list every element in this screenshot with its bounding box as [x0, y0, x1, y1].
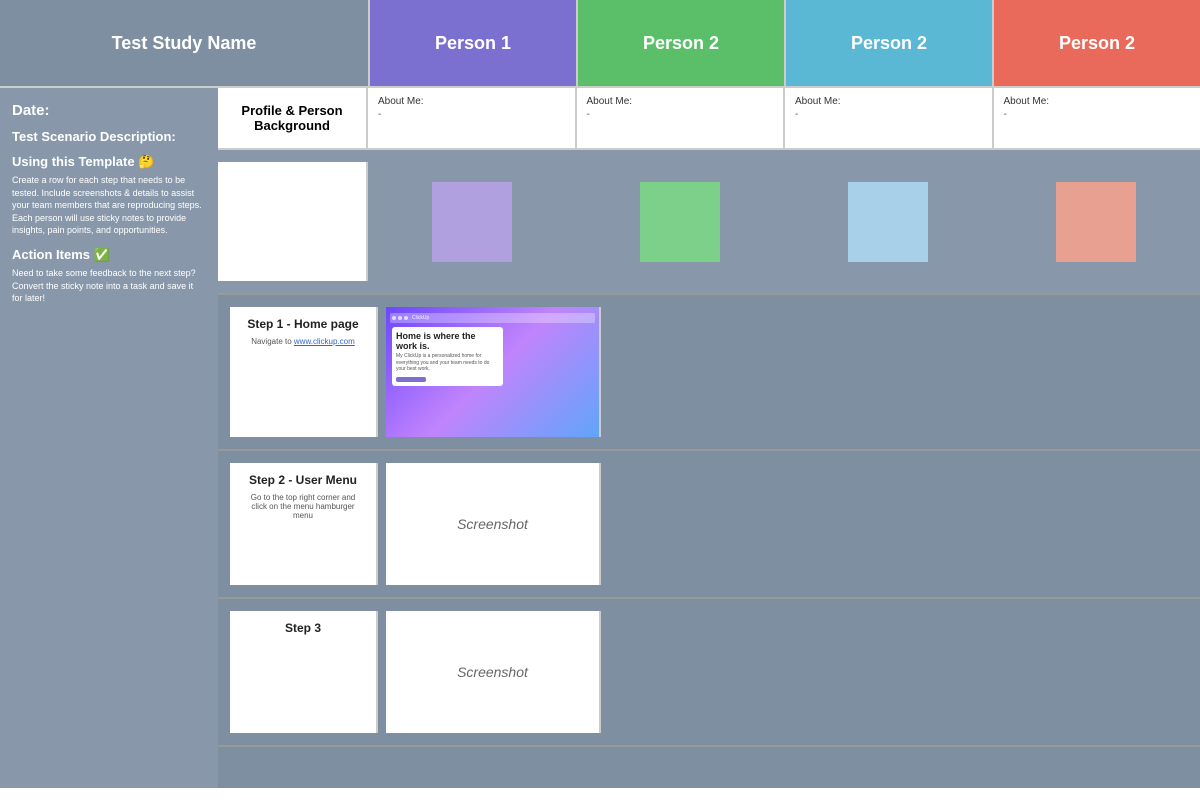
about-label-p1: About Me: — [378, 96, 565, 107]
feedback-sticky-area-p1 — [368, 162, 576, 281]
step1-screenshot-cell: ClickUp Home is where the work is. My Cl… — [386, 307, 601, 437]
step3-info-cell: Step 3 — [230, 611, 378, 733]
feedback-sticky-area-p2b — [784, 162, 992, 281]
step1-info-cell: Step 1 - Home page Navigate to www.click… — [230, 307, 378, 437]
step1-link[interactable]: www.clickup.com — [294, 337, 355, 346]
profile-row: Profile & Person Background About Me: - … — [218, 88, 1200, 150]
study-name-header: Test Study Name — [0, 0, 370, 86]
about-label-p2b: About Me: — [795, 96, 982, 107]
topbar-dot3 — [404, 316, 408, 320]
step2-notes-area — [601, 451, 1200, 597]
person2c-header: Person 2 — [994, 0, 1200, 86]
step3-notes-area — [601, 599, 1200, 745]
sticky-note-purple — [432, 182, 512, 262]
sidebar: Date: Test Scenario Description: Using t… — [0, 88, 218, 788]
sticky-note-green — [640, 182, 720, 262]
step1-title: Step 1 - Home page — [242, 317, 364, 331]
step1-row: Step 1 - Home page Navigate to www.click… — [218, 295, 1200, 451]
person1-header: Person 1 — [370, 0, 578, 86]
step3-screenshot-placeholder: Screenshot — [457, 664, 528, 680]
feedback-label: General Feedback — [236, 214, 348, 229]
profile-person2c-cell: About Me: - — [994, 88, 1200, 148]
feedback-sticky-area-p2c — [992, 162, 1200, 281]
step1-notes-area — [601, 295, 1200, 449]
step3-row: Step 3 Screenshot — [218, 599, 1200, 747]
main-content: Date: Test Scenario Description: Using t… — [0, 88, 1200, 788]
about-label-p2a: About Me: — [587, 96, 774, 107]
step1-instruction: Navigate to www.clickup.com — [242, 337, 364, 346]
sticky-note-salmon — [1056, 182, 1136, 262]
clickup-title: Home is where the work is. — [396, 331, 499, 351]
study-name-label: Test Study Name — [112, 33, 257, 54]
about-value-p2b: - — [795, 109, 982, 120]
sidebar-action-heading: Action Items ✅ — [12, 247, 206, 263]
topbar-dot2 — [398, 316, 402, 320]
step2-screenshot-placeholder: Screenshot — [457, 516, 528, 532]
clickup-inner: Home is where the work is. My ClickUp is… — [392, 327, 503, 386]
feedback-label-cell: General Feedback — [218, 162, 368, 281]
profile-person1-cell: About Me: - — [368, 88, 577, 148]
feedback-sticky-area-p2a — [576, 162, 784, 281]
topbar-dot1 — [392, 316, 396, 320]
person2b-header: Person 2 — [786, 0, 994, 86]
step2-info-cell: Step 2 - User Menu Go to the top right c… — [230, 463, 378, 585]
person2a-header: Person 2 — [578, 0, 786, 86]
about-value-p2c: - — [1004, 109, 1191, 120]
sidebar-action-body: Need to take some feedback to the next s… — [12, 267, 206, 305]
grid-area: Profile & Person Background About Me: - … — [218, 88, 1200, 788]
person2b-label: Person 2 — [851, 33, 927, 54]
clickup-topbar: ClickUp — [390, 313, 595, 323]
profile-person2a-cell: About Me: - — [577, 88, 786, 148]
profile-person2b-cell: About Me: - — [785, 88, 994, 148]
sidebar-scenario: Test Scenario Description: — [12, 129, 206, 144]
step2-title: Step 2 - User Menu — [242, 473, 364, 487]
about-label-p2c: About Me: — [1004, 96, 1191, 107]
sidebar-date: Date: — [12, 102, 206, 119]
step3-screenshot-cell: Screenshot — [386, 611, 601, 733]
header-row: Test Study Name Person 1 Person 2 Person… — [0, 0, 1200, 88]
sticky-note-blue — [848, 182, 928, 262]
clickup-body: My ClickUp is a personalized home for ev… — [396, 353, 499, 373]
sidebar-using-body: Create a row for each step that needs to… — [12, 174, 206, 237]
clickup-button — [396, 377, 426, 382]
about-value-p2a: - — [587, 109, 774, 120]
profile-label: Profile & Person Background — [230, 103, 354, 133]
about-value-p1: - — [378, 109, 565, 120]
topbar-label: ClickUp — [412, 315, 429, 321]
clickup-content: Home is where the work is. My ClickUp is… — [392, 327, 593, 386]
person1-label: Person 1 — [435, 33, 511, 54]
profile-label-cell: Profile & Person Background — [218, 88, 368, 148]
step2-screenshot-cell: Screenshot — [386, 463, 601, 585]
person2a-label: Person 2 — [643, 33, 719, 54]
step3-title: Step 3 — [242, 621, 364, 635]
step2-row: Step 2 - User Menu Go to the top right c… — [218, 451, 1200, 599]
feedback-row: General Feedback — [218, 150, 1200, 295]
step2-instruction: Go to the top right corner and click on … — [242, 493, 364, 520]
person2c-label: Person 2 — [1059, 33, 1135, 54]
sidebar-using-heading: Using this Template 🤔 — [12, 154, 206, 170]
clickup-screenshot: ClickUp Home is where the work is. My Cl… — [386, 307, 599, 437]
